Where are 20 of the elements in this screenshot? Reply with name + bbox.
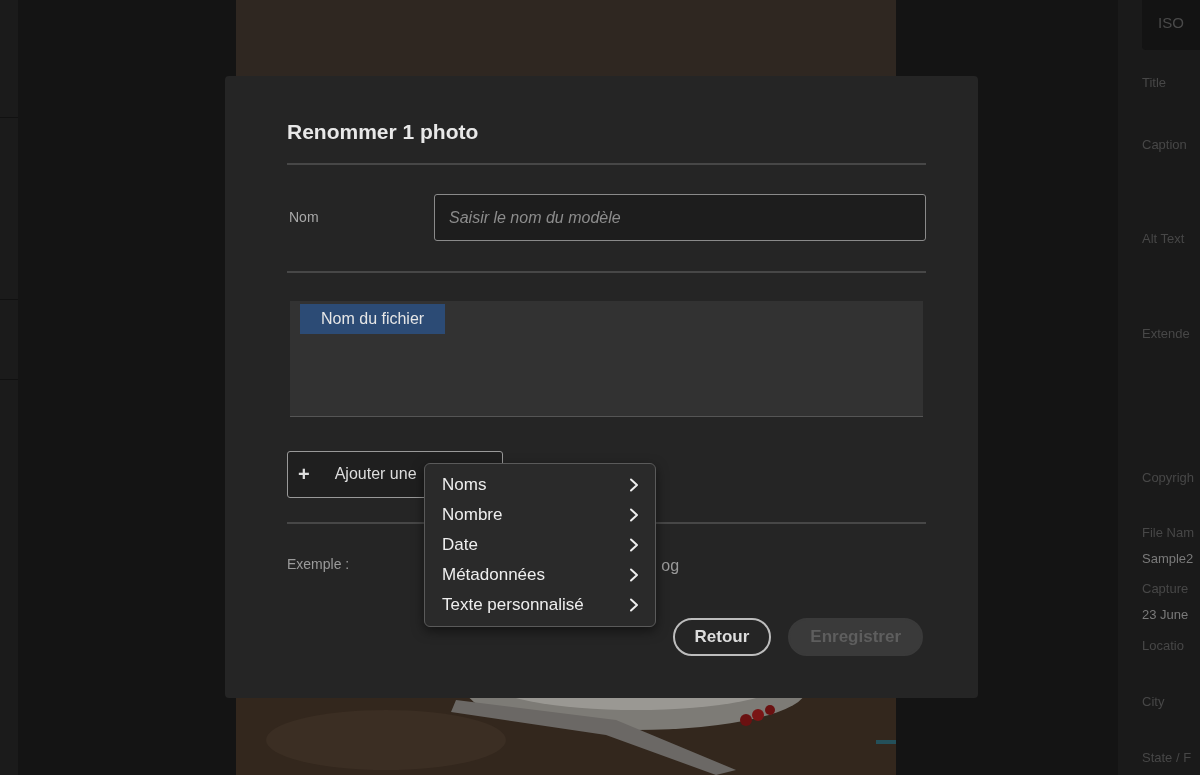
token-area[interactable]: Nom du fichier [290, 300, 923, 417]
chevron-right-icon [629, 598, 639, 612]
menu-item[interactable]: Nombre [425, 500, 655, 530]
dialog-title: Renommer 1 photo [287, 116, 926, 165]
example-value: og [661, 555, 680, 576]
name-label: Nom [288, 208, 320, 227]
menu-item[interactable]: Date [425, 530, 655, 560]
menu-item[interactable]: Métadonnées [425, 560, 655, 590]
chevron-right-icon [629, 538, 639, 552]
menu-item[interactable]: Texte personnalisé [425, 590, 655, 620]
filename-token[interactable]: Nom du fichier [300, 303, 446, 334]
back-button[interactable]: Retour [672, 617, 772, 656]
field-value: 23 June [1142, 606, 1190, 624]
chevron-right-icon [629, 508, 639, 522]
chevron-right-icon [629, 478, 639, 492]
example-label: Exemple : [287, 554, 350, 574]
field-value: Sample2 [1142, 550, 1195, 568]
plus-icon: + [298, 459, 310, 489]
chevron-right-icon [629, 568, 639, 582]
name-field[interactable]: Saisir le nom du modèle [434, 194, 926, 241]
